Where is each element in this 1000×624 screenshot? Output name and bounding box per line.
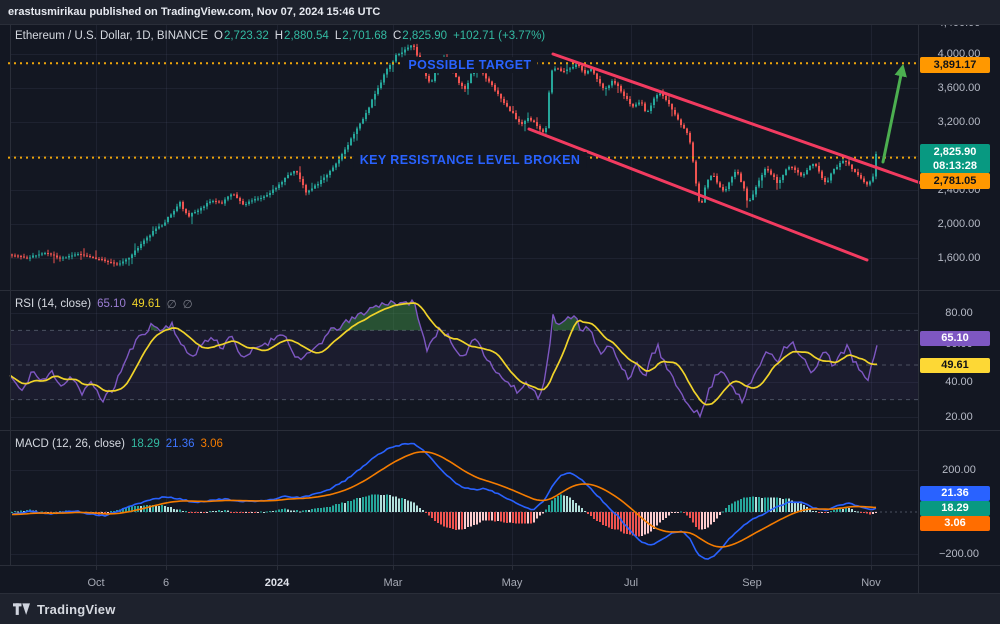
axis-tick: 200.00	[918, 464, 1000, 476]
rsi-axis-label: 65.10	[920, 331, 990, 346]
macd-hist-axis-label: 18.29	[920, 501, 990, 516]
time-axis-label: May	[502, 577, 523, 589]
axis-tick: 3,600.00	[918, 82, 1000, 94]
time-axis-label: Oct	[87, 577, 104, 589]
time-axis-label: 6	[163, 577, 169, 589]
axis-tick: 3,200.00	[918, 116, 1000, 128]
attribution-bar: erastusmirikau published on TradingView.…	[0, 0, 1000, 25]
axis-tick: 40.00	[918, 376, 1000, 388]
axis-tick: −200.00	[918, 548, 1000, 560]
attribution-text: erastusmirikau published on TradingView.…	[8, 6, 380, 18]
footer-bar: TradingView	[0, 593, 1000, 624]
time-axis-label: Jul	[624, 577, 638, 589]
axis-tick: 80.00	[918, 307, 1000, 319]
macd-axis-label: 21.36	[920, 486, 990, 501]
last-price: 2,825.90	[920, 145, 990, 159]
time-scale[interactable]: Oct 6 2024 Mar May Jul Sep Nov	[0, 0, 918, 593]
price-label-resistance: 2,781.05	[920, 173, 990, 189]
axis-tick: 1,600.00	[918, 252, 1000, 264]
tradingview-wordmark[interactable]: TradingView	[37, 602, 116, 617]
tradingview-logo-icon[interactable]	[13, 602, 30, 617]
time-axis-label: 2024	[265, 577, 289, 589]
time-axis-label: Sep	[742, 577, 762, 589]
axis-tick: 20.00	[918, 411, 1000, 423]
rsi-ma-axis-label: 49.61	[920, 358, 990, 373]
macd-signal-axis-label: 3.06	[920, 516, 990, 531]
time-axis-label: Nov	[861, 577, 881, 589]
price-label-target: 3,891.17	[920, 57, 990, 73]
bar-countdown: 08:13:28	[920, 159, 990, 173]
price-label-last: 2,825.90 08:13:28	[920, 144, 990, 173]
axis-tick: 2,000.00	[918, 218, 1000, 230]
tradingview-published-chart: POSSIBLE TARGET KEY RESISTANCE LEVEL BRO…	[0, 0, 1000, 624]
time-axis-label: Mar	[384, 577, 403, 589]
